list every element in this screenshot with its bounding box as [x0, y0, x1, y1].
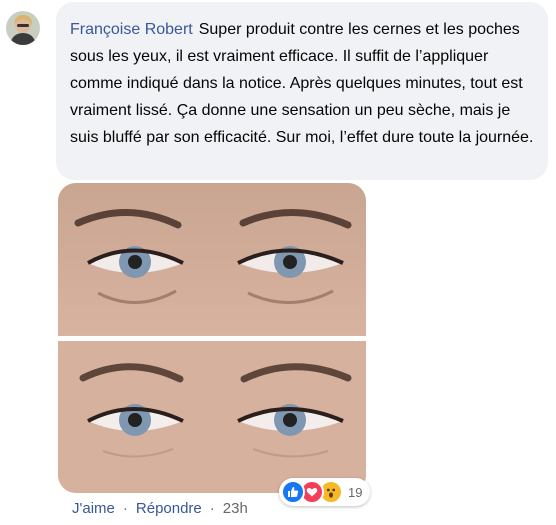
comment-bubble: Françoise Robert Super produit contre les… [56, 2, 548, 180]
separator: · [209, 500, 215, 517]
comment-author[interactable]: Françoise Robert [70, 21, 193, 38]
like-icon [281, 480, 305, 504]
separator: · [122, 500, 128, 517]
avatar[interactable] [6, 11, 40, 45]
timestamp[interactable]: 23h [223, 500, 248, 517]
reaction-count: 19 [348, 484, 363, 500]
like-button[interactable]: J'aime [72, 500, 115, 517]
comment-actions: J'aime · Répondre · 23h [72, 500, 248, 517]
reactions-summary[interactable]: 19 [279, 478, 371, 506]
comment-photo[interactable] [58, 183, 366, 493]
comment-text: Super produit contre les cernes et les p… [70, 21, 534, 146]
reply-button[interactable]: Répondre [136, 500, 202, 517]
